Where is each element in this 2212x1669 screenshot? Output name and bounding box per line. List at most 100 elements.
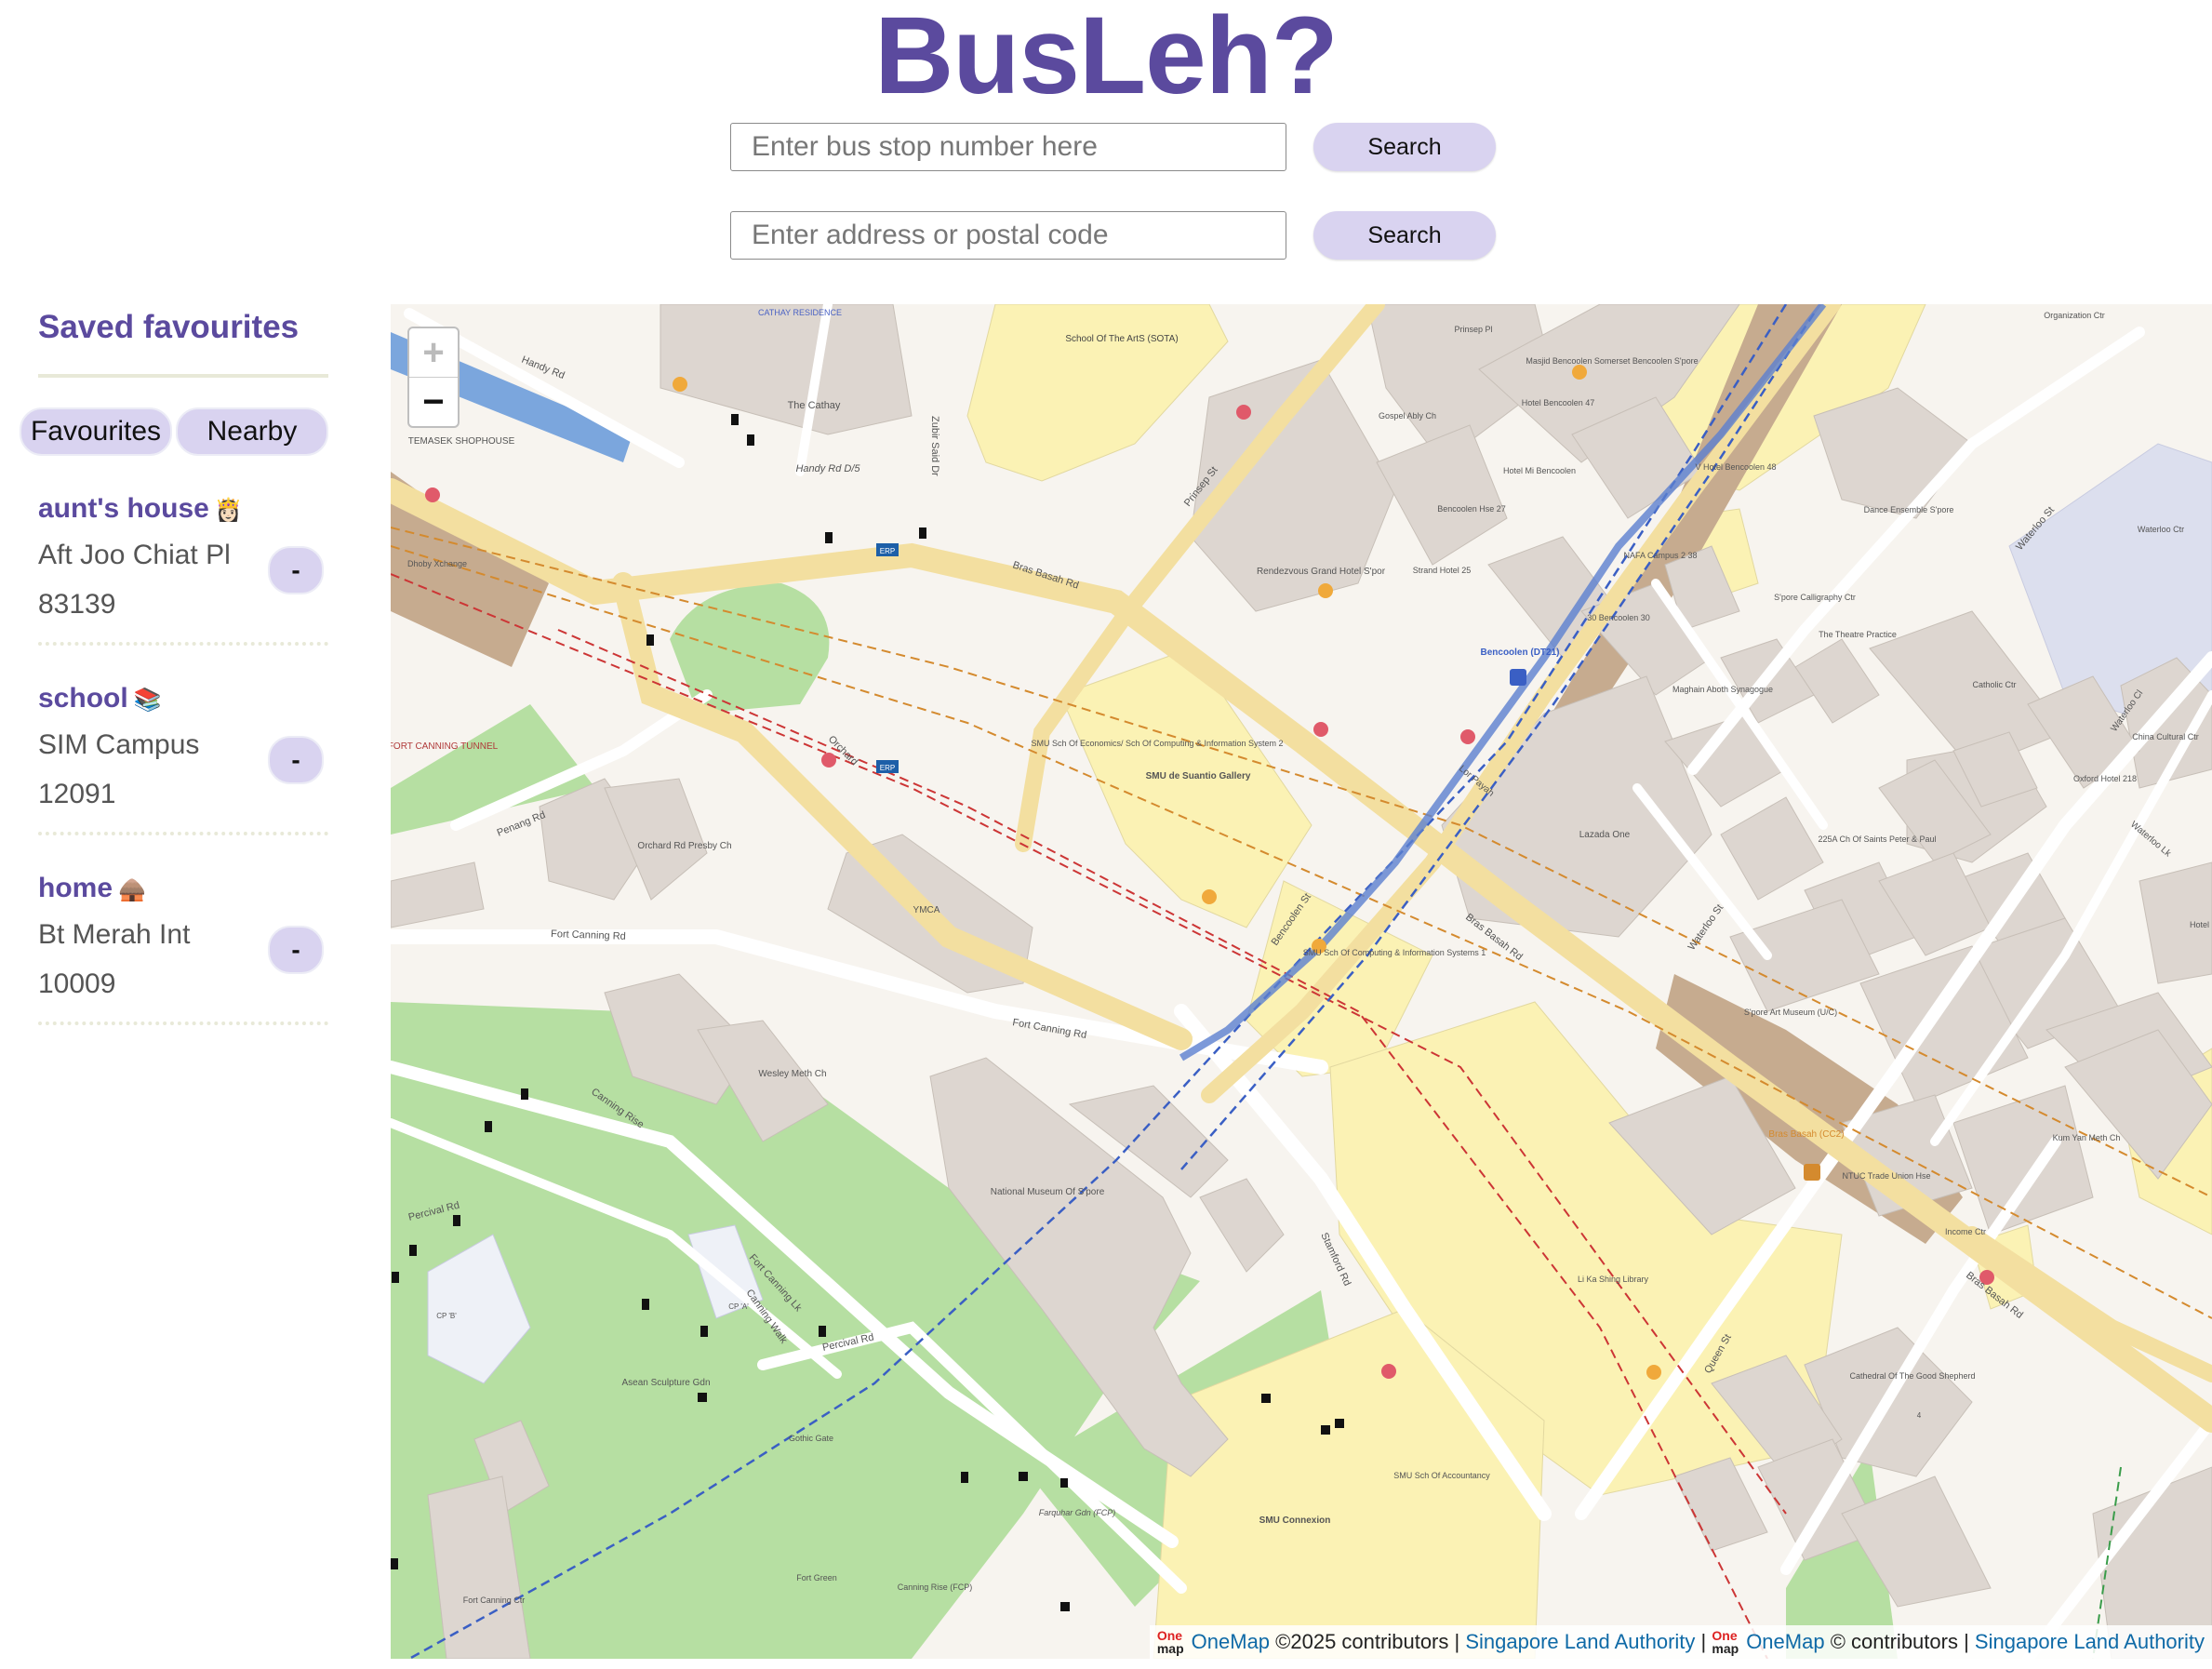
place-label: The Cathay <box>788 400 841 411</box>
place-label: Dance Ensemble S'pore <box>1864 505 1954 514</box>
bus-stop-search-button[interactable]: Search <box>1313 123 1496 171</box>
onemap-link[interactable]: OneMap <box>1192 1630 1270 1654</box>
favourite-name[interactable]: home 🛖 <box>38 873 146 904</box>
onemap-logo-icon: One map <box>1157 1629 1184 1655</box>
place-label: Fort Canning Ctr <box>463 1596 526 1605</box>
app-title: BusLeh? <box>874 0 1339 117</box>
place-label: Maghain Aboth Synagogue <box>1672 685 1773 694</box>
place-label: Orchard Rd Presby Ch <box>637 841 731 851</box>
road-label: Waterloo St <box>1686 902 1726 953</box>
place-label: Catholic Ctr <box>1972 680 2016 689</box>
place-label: Canning Rise (FCP) <box>898 1582 973 1592</box>
place-label: Organization Ctr <box>2044 311 2105 320</box>
erp-label: ERP <box>880 764 895 772</box>
address-input[interactable] <box>730 211 1286 260</box>
place-label: Li Ka Shing Library <box>1578 1275 1649 1284</box>
zoom-in-button[interactable]: + <box>409 328 458 378</box>
place-label: TEMASEK SHOPHOUSE <box>408 436 515 447</box>
place-label: National Museum Of S'pore <box>991 1187 1105 1197</box>
favourite-stop-code: 83139 <box>38 589 116 620</box>
map-canvas[interactable]: Handy Rd The Cathay Handy Rd D/5 Zubir S… <box>391 304 2212 1659</box>
zoom-out-button[interactable]: − <box>409 378 458 426</box>
station-label: Bencoolen (DT21) <box>1480 648 1559 658</box>
place-label: 4 <box>1917 1411 1922 1420</box>
place-label: Strand Hotel 25 <box>1413 566 1472 575</box>
attribution-separator: | <box>1700 1630 1707 1653</box>
bus-stop-input[interactable] <box>730 123 1286 171</box>
favourite-name[interactable]: aunt's house 👸🏻 <box>38 493 243 525</box>
place-label: Prinsep Pl <box>1454 325 1492 334</box>
favourites-sidebar: Saved favourites Favourites Nearby aunt'… <box>20 298 328 1025</box>
favourite-name[interactable]: school 📚 <box>38 683 162 714</box>
zoom-control: + − <box>407 327 460 428</box>
map-view[interactable]: Handy Rd The Cathay Handy Rd D/5 Zubir S… <box>391 304 2212 1659</box>
place-label: FORT CANNING TUNNEL <box>391 741 499 752</box>
bus-stop-search-row: Search <box>730 122 1496 172</box>
tab-favourites[interactable]: Favourites <box>20 407 172 456</box>
place-label: SMU Sch Of Economics/ Sch Of Computing &… <box>1031 739 1283 748</box>
favourite-stop-name: SIM Campus <box>38 729 200 760</box>
mrt-station-icon[interactable] <box>1510 669 1526 686</box>
address-search-row: Search <box>730 210 1496 260</box>
place-label: NTUC Trade Union Hse <box>1842 1171 1930 1181</box>
favourite-stop-name: Bt Merah Int <box>38 919 191 950</box>
favourite-stop-code: 10009 <box>38 968 116 999</box>
favourite-label: aunt's house <box>38 493 209 524</box>
logo-text: map <box>1712 1641 1739 1656</box>
favourites-heading: Saved favourites <box>38 309 300 345</box>
place-label: SMU de Suantio Gallery <box>1146 771 1251 781</box>
favourite-stop-name: Aft Joo Chiat Pl <box>38 540 231 570</box>
place-label: CATHAY RESIDENCE <box>758 308 842 317</box>
place-label: YMCA <box>913 905 940 915</box>
attribution-text: ©2025 contributors | <box>1275 1630 1460 1653</box>
place-label: CP 'B' <box>436 1312 457 1320</box>
place-label: Gothic Gate <box>789 1434 833 1443</box>
logo-text: map <box>1156 1641 1184 1656</box>
school-area <box>966 304 1229 482</box>
place-label: 225A Ch Of Saints Peter & Paul <box>1818 834 1936 844</box>
heading-divider <box>38 374 328 378</box>
favourites-tabs: Favourites Nearby <box>20 407 328 456</box>
place-label: Rendezvous Grand Hotel S'por <box>1257 567 1386 577</box>
place-label: China Cultural Ctr <box>2132 732 2199 741</box>
place-label: Gospel Ably Ch <box>1379 411 1436 421</box>
onemap-link[interactable]: OneMap <box>1746 1630 1824 1654</box>
favourite-label: school <box>38 683 128 714</box>
place-label: School Of The ArtS (SOTA) <box>1065 334 1178 344</box>
place-label: Waterloo Ctr <box>2138 525 2184 534</box>
remove-favourite-button[interactable]: - <box>268 926 324 974</box>
place-label: Handy Rd D/5 <box>795 463 860 474</box>
map-attribution: One map OneMap ©2025 contributors | Singa… <box>1149 1625 2212 1659</box>
favourite-item: school 📚 SIM Campus 12091 - <box>38 646 328 835</box>
attribution-text: © contributors | <box>1830 1630 1969 1653</box>
school-area <box>1059 648 1313 928</box>
place-label: Oxford Hotel 218 <box>2073 774 2137 783</box>
place-label: Hotel Roy @ Queen <box>2190 920 2212 929</box>
place-label: Dhoby Xchange <box>407 559 467 568</box>
place-label: SMU Sch Of Accountancy <box>1393 1471 1490 1480</box>
favourite-stop-code: 12091 <box>38 779 116 809</box>
station-label: Bras Basah (CC2) <box>1768 1129 1844 1140</box>
place-label: S'pore Art Museum (U/C) <box>1744 1008 1837 1017</box>
onemap-logo-icon: One map <box>1712 1629 1739 1655</box>
mrt-station-icon[interactable] <box>1804 1164 1820 1181</box>
place-label: Kum Yan Meth Ch <box>2053 1133 2121 1142</box>
sla-link[interactable]: Singapore Land Authority <box>1465 1630 1695 1654</box>
address-search-button[interactable]: Search <box>1313 211 1496 260</box>
hut-emoji-icon: 🛖 <box>118 877 146 902</box>
tab-nearby[interactable]: Nearby <box>176 407 328 456</box>
place-label: V Hotel Bencoolen 48 <box>1695 462 1776 472</box>
favourite-item: aunt's house 👸🏻 Aft Joo Chiat Pl 83139 - <box>38 456 328 646</box>
sla-link[interactable]: Singapore Land Authority <box>1975 1630 2205 1654</box>
road-label: Zubir Said Dr <box>929 416 940 476</box>
place-label: Bencoolen Hse 27 <box>1437 504 1506 514</box>
remove-favourite-button[interactable]: - <box>268 546 324 594</box>
remove-favourite-button[interactable]: - <box>268 736 324 784</box>
place-label: Fort Green <box>796 1573 837 1582</box>
place-label: The Theatre Practice <box>1819 630 1897 639</box>
place-label: Hotel Mi Bencoolen <box>1503 466 1576 475</box>
erp-label: ERP <box>880 547 895 555</box>
place-label: NAFA Campus 2 38 <box>1623 551 1697 560</box>
favourite-label: home <box>38 873 113 903</box>
place-label: CP 'A' <box>728 1302 749 1311</box>
